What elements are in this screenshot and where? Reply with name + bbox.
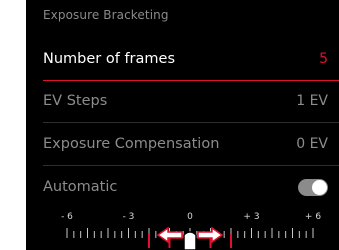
scale-label: + 3 (243, 212, 259, 222)
scale-label: - 3 (123, 212, 135, 222)
touch-finger-icon (183, 231, 197, 250)
menu-item-exposure-compensation[interactable]: Exposure Compensation 0 EV (26, 123, 339, 165)
menu-item-value: 1 EV (296, 93, 328, 109)
menu-title: Exposure Bracketing (43, 8, 169, 22)
menu-item-label: Exposure Compensation (43, 136, 220, 152)
camera-menu-screen: Exposure Bracketing Number of frames 5 E… (26, 0, 339, 250)
menu-item-automatic[interactable]: Automatic (26, 166, 339, 208)
scale-label: + 6 (305, 212, 321, 222)
menu-item-label: Automatic (43, 179, 118, 195)
toggle-knob (312, 179, 327, 195)
scale-label: - 6 (61, 212, 73, 222)
exposure-scale[interactable]: - 6 - 3 0 + 3 + 6 (26, 208, 339, 250)
menu-item-number-of-frames[interactable]: Number of frames 5 (26, 38, 339, 80)
scale-label: 0 (187, 212, 193, 222)
menu-item-label: EV Steps (43, 93, 108, 109)
menu-item-value: 0 EV (296, 136, 328, 152)
menu-item-label: Number of frames (43, 51, 175, 67)
menu-item-value: 5 (319, 51, 328, 67)
automatic-toggle[interactable] (298, 178, 328, 196)
menu-item-ev-steps[interactable]: EV Steps 1 EV (26, 80, 339, 122)
